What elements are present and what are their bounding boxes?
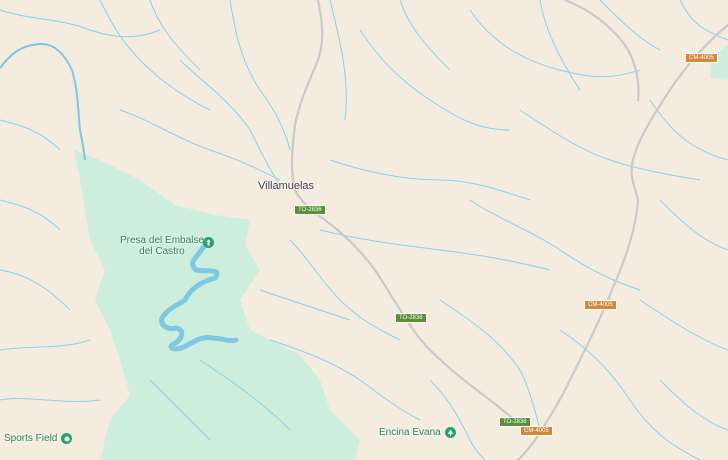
place-label-villamuelas[interactable]: Villamuelas	[258, 180, 314, 192]
tree-pin-icon	[444, 427, 456, 438]
road-shield-to2836-a: TO-2836	[294, 205, 326, 215]
poi-sports-field-label: Sports Field	[4, 433, 58, 444]
poi-encina-evana-label: Encina Evana	[379, 427, 441, 438]
road-shield-cm4005-a: CM-4005	[685, 53, 718, 63]
dam-pin-icon[interactable]	[203, 237, 214, 248]
park-area	[74, 150, 360, 460]
map-canvas[interactable]: Villamuelas Presa del Embalse del Castro…	[0, 0, 728, 460]
poi-encina-evana[interactable]: Encina Evana	[379, 427, 456, 438]
road-network	[290, 0, 728, 460]
sports-field-pin-icon	[61, 433, 73, 444]
poi-presa-line2: del Castro	[139, 246, 185, 257]
map-base-layer	[0, 0, 728, 460]
poi-presa-del-embalse[interactable]: Presa del Embalse del Castro	[120, 235, 204, 257]
road-shield-cm4005-b: CM-4005	[584, 300, 617, 310]
road-shield-to2836-b: TO-2836	[395, 313, 427, 323]
road-shield-cm4005-c: CM-4005	[520, 426, 553, 436]
poi-sports-field[interactable]: Sports Field	[4, 433, 73, 444]
poi-presa-line1: Presa del Embalse	[120, 235, 204, 246]
river-line	[0, 42, 86, 161]
